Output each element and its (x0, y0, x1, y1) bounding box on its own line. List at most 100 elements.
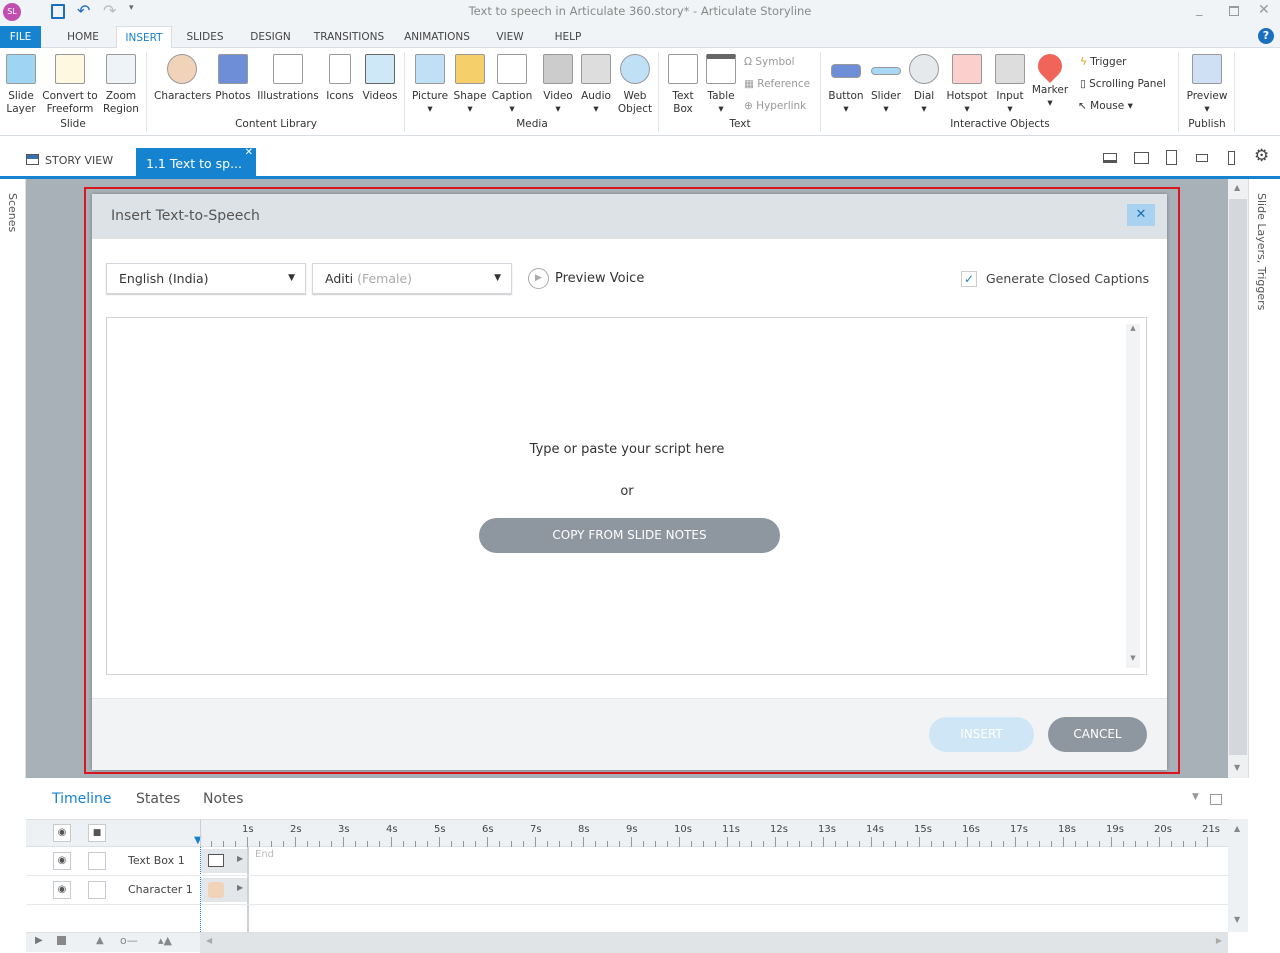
caption-button[interactable]: Caption ▾ (490, 54, 534, 116)
canvas-scrollbar[interactable]: ▲ ▼ (1228, 179, 1248, 778)
story-view-tab[interactable]: STORY VIEW (26, 154, 113, 167)
chevron-down-icon: ▼ (494, 273, 501, 283)
script-textarea[interactable]: Type or paste your script here or COPY F… (106, 317, 1147, 675)
scenes-panel[interactable]: Scenes (0, 179, 26, 778)
tab-view[interactable]: VIEW (490, 26, 530, 48)
collapse-icon[interactable]: ▼ (1192, 792, 1199, 802)
group-media-label: Media (516, 118, 548, 130)
zoom-slider[interactable]: o— (120, 934, 138, 947)
lock-checkbox[interactable] (88, 852, 106, 870)
undock-icon[interactable] (1210, 794, 1222, 805)
phone-portrait-icon[interactable] (1228, 151, 1235, 165)
minimize-button[interactable]: _ (1196, 2, 1203, 17)
illustrations-button[interactable]: Illustrations (256, 54, 320, 103)
tick-label: 18s (1058, 824, 1076, 835)
laptop-icon[interactable] (1103, 153, 1117, 163)
slide-tab[interactable]: 1.1 Text to sp... ✕ (136, 147, 256, 179)
audio-button[interactable]: Audio ▾ (578, 54, 614, 116)
zoom-region-button[interactable]: Zoom Region (100, 54, 142, 116)
photos-button[interactable]: Photos (214, 54, 252, 103)
tab-notes[interactable]: Notes (203, 791, 243, 807)
close-button[interactable]: ✕ (1258, 2, 1270, 18)
text-box-button[interactable]: Text Box (664, 54, 702, 116)
gear-icon[interactable]: ⚙ (1254, 146, 1269, 166)
play-icon[interactable]: ▶ (35, 935, 43, 946)
marker-button[interactable]: Marker ▾ (1030, 49, 1070, 110)
slide-layer-button[interactable]: Slide Layer (2, 54, 40, 116)
timeline-row[interactable]: ◉ Text Box 1 ▶ (26, 847, 1228, 876)
symbol-button[interactable]: Ω Symbol (744, 56, 795, 68)
dial-button[interactable]: Dial ▾ (906, 54, 942, 116)
lock-checkbox[interactable] (88, 881, 106, 899)
hotspot-button[interactable]: Hotspot ▾ (944, 54, 990, 116)
tick-mark (535, 837, 536, 847)
slide-layers-triggers-panel[interactable]: Slide Layers, Triggers (1248, 179, 1280, 778)
tab-help[interactable]: HELP (548, 26, 588, 48)
shape-button[interactable]: Shape ▾ (452, 54, 488, 116)
preview-button[interactable]: Preview ▾ (1184, 54, 1230, 116)
icons-button[interactable]: Icons (324, 54, 356, 103)
scrollbar-thumb[interactable] (1229, 199, 1247, 755)
eye-icon[interactable]: ◉ (53, 881, 71, 899)
hyperlink-button[interactable]: ⊕ Hyperlink (744, 100, 806, 112)
maximize-button[interactable] (1229, 6, 1239, 16)
stop-icon[interactable] (57, 936, 66, 945)
tab-transitions[interactable]: TRANSITIONS (308, 26, 390, 48)
tab-home[interactable]: HOME (58, 26, 108, 48)
phone-landscape-icon[interactable] (1196, 154, 1208, 162)
mouse-button[interactable]: ↖ Mouse ▾ (1078, 100, 1133, 112)
timeline-hscrollbar[interactable]: ◀ ▶ (200, 933, 1228, 953)
close-tab-icon[interactable]: ✕ (245, 147, 253, 158)
scroll-down-icon[interactable]: ▼ (1234, 763, 1240, 772)
table-button[interactable]: Table ▾ (702, 54, 740, 116)
tab-file[interactable]: FILE (0, 26, 41, 48)
chevron-down-icon: ▼ (288, 273, 295, 283)
picture-button[interactable]: Picture ▾ (410, 54, 450, 116)
object-bar[interactable]: ▶ (201, 878, 247, 902)
cancel-button[interactable]: CANCEL (1048, 717, 1147, 752)
eye-icon[interactable]: ◉ (53, 852, 71, 870)
tab-design[interactable]: DESIGN (243, 26, 298, 48)
slider-button[interactable]: Slider ▾ (868, 54, 904, 116)
zoom-out-icon[interactable]: ▲ (96, 935, 104, 946)
convert-to-freeform-button[interactable]: Convert to Freeform (42, 54, 98, 116)
web-object-button[interactable]: Web Object (616, 54, 654, 116)
lock-icon[interactable]: ■ (88, 824, 106, 842)
tab-timeline[interactable]: Timeline (52, 791, 112, 807)
voice-select[interactable]: Aditi (Female) ▼ (312, 263, 512, 294)
close-icon[interactable]: ✕ (1127, 204, 1155, 226)
reference-button[interactable]: ▦ Reference (744, 78, 810, 90)
expand-arrow-icon[interactable]: ▶ (237, 883, 243, 892)
tab-insert[interactable]: INSERT (116, 26, 172, 49)
eye-icon[interactable]: ◉ (53, 824, 71, 842)
object-bar[interactable]: ▶ (201, 849, 247, 873)
tick-label: 1s (242, 824, 254, 835)
videos-button[interactable]: Videos (360, 54, 400, 103)
tick-label: 5s (434, 824, 446, 835)
video-button[interactable]: Video ▾ (540, 54, 576, 116)
scrolling-panel-button[interactable]: ▯ Scrolling Panel (1080, 78, 1166, 90)
window-title: Text to speech in Articulate 360.story* … (468, 4, 812, 18)
language-select[interactable]: English (India) ▼ (106, 263, 306, 294)
tab-animations[interactable]: ANIMATIONS (398, 26, 476, 48)
trigger-button[interactable]: ϟ Trigger (1080, 56, 1127, 68)
tablet-portrait-icon[interactable] (1166, 150, 1177, 165)
script-scrollbar[interactable]: ▲ ▼ (1126, 324, 1140, 668)
preview-voice-button[interactable]: ▶ Preview Voice (528, 268, 644, 289)
shape-icon (455, 54, 485, 84)
button-button[interactable]: Button ▾ (826, 54, 866, 116)
timeline-vscrollbar[interactable]: ▲ ▼ (1228, 819, 1248, 932)
characters-button[interactable]: Characters (154, 54, 211, 103)
input-button[interactable]: Input ▾ (992, 54, 1028, 116)
scroll-up-icon[interactable]: ▲ (1234, 183, 1240, 192)
expand-arrow-icon[interactable]: ▶ (237, 854, 243, 863)
insert-button[interactable]: INSERT (929, 717, 1034, 752)
timeline-row[interactable]: ◉ Character 1 ▶ (26, 876, 1228, 905)
tab-slides[interactable]: SLIDES (180, 26, 230, 48)
copy-from-slide-notes-button[interactable]: COPY FROM SLIDE NOTES (479, 518, 780, 553)
help-icon[interactable]: ? (1258, 28, 1274, 44)
zoom-in-icon[interactable]: ▴▲ (158, 934, 172, 947)
tab-states[interactable]: States (136, 791, 180, 807)
closed-captions-checkbox[interactable]: ✓ Generate Closed Captions (961, 271, 1149, 287)
tablet-landscape-icon[interactable] (1134, 152, 1149, 164)
